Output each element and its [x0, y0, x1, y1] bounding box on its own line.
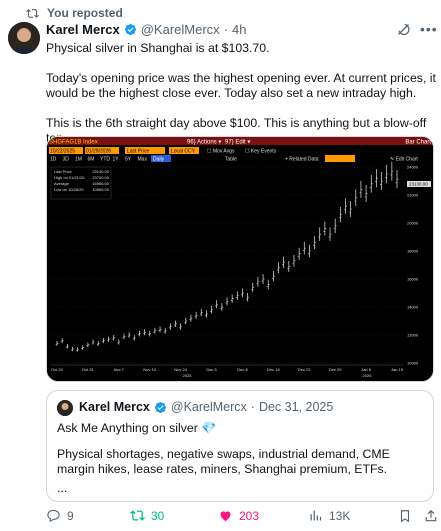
- start-date: 10/22/2025: [50, 149, 75, 155]
- x-tick-label: Dec 5: [206, 367, 217, 372]
- table-button: Table: [225, 157, 237, 163]
- more-options-icon[interactable]: •••: [420, 21, 438, 37]
- repost-icon: [130, 510, 145, 521]
- author-handle[interactable]: @KarelMercx: [141, 22, 220, 37]
- reply-count: 9: [67, 508, 74, 523]
- legend-value: 23130.00: [92, 169, 109, 174]
- last-price-tag: 23130.00: [409, 182, 428, 187]
- quoted-date: Dec 31, 2025: [258, 400, 334, 414]
- reply-button[interactable]: 9: [46, 508, 74, 523]
- tweet-paragraph: Physical silver in Shanghai is at $103.7…: [46, 41, 270, 55]
- edit-chart-button: ✎ Edit Chart: [390, 157, 418, 163]
- quoted-header: Karel Mercx @KarelMercx · Dec 31, 2025: [79, 400, 333, 414]
- period-button: 1D: [50, 157, 57, 163]
- related-data-button: + Related Data: [285, 157, 319, 163]
- quoted-author-name: Karel Mercx: [79, 400, 150, 414]
- y-tick-label: 20000: [407, 221, 419, 226]
- chart-actions-menu: 96) Actions ▾: [187, 140, 221, 146]
- verified-badge-icon: [154, 401, 166, 413]
- action-bar: 9 30 203 13K: [46, 508, 438, 528]
- chart-edit-menu: 97) Edit ▾: [225, 140, 250, 146]
- y-tick-label: 22000: [407, 193, 419, 198]
- y-tick-label: 18000: [407, 249, 419, 254]
- period-button: Max: [138, 157, 148, 163]
- y-tick-label: 14000: [407, 305, 419, 310]
- quoted-handle: @KarelMercx: [170, 400, 247, 414]
- like-button[interactable]: 203: [218, 508, 259, 523]
- repost-count: 30: [151, 508, 165, 523]
- repost-button[interactable]: 30: [130, 508, 164, 523]
- quoted-title: Ask Me Anything on silver 💎: [57, 421, 217, 435]
- bookmark-icon[interactable]: [398, 509, 412, 523]
- separator: ·: [250, 400, 255, 414]
- x-tick-label: Dec 15: [267, 367, 280, 372]
- field-last-price: Last Price: [127, 149, 149, 155]
- period-button: 1Y: [113, 157, 120, 163]
- y-tick-label: 24000: [407, 165, 419, 170]
- y-tick-label: 12000: [407, 333, 419, 338]
- separator: ·: [223, 22, 228, 37]
- x-tick-label: Dec 8: [237, 367, 248, 372]
- legend-label: Last Price: [54, 169, 73, 174]
- legend-value: 23700.00: [92, 175, 109, 180]
- quoted-text: Ask Me Anything on silver 💎 Physical sho…: [57, 421, 427, 507]
- tweet-paragraph: Today's opening price was the highest op…: [46, 71, 436, 100]
- legend-label: High on 01/21/26: [54, 175, 85, 180]
- legend-label: Average: [54, 181, 70, 186]
- repost-icon: [26, 8, 39, 18]
- heart-icon: [220, 511, 231, 522]
- period-button: YTD: [100, 157, 110, 163]
- period-button: 1M: [75, 157, 82, 163]
- quoted-ellipsis: ...: [57, 481, 68, 495]
- period-button: 6M: [88, 157, 95, 163]
- views-count: 13K: [329, 508, 351, 523]
- avatar[interactable]: [8, 22, 40, 54]
- x-tick-label: Nov 14: [143, 367, 156, 372]
- share-icon[interactable]: [424, 509, 438, 523]
- x-tick-label: Jan 15: [391, 367, 404, 372]
- grok-icon[interactable]: [396, 22, 411, 37]
- field-local-ccy: Local CCY: [171, 149, 196, 155]
- reply-icon: [47, 509, 60, 523]
- timestamp[interactable]: 4h: [232, 22, 246, 37]
- quoted-tweet[interactable]: Karel Mercx @KarelMercx · Dec 31, 2025 A…: [46, 390, 434, 502]
- verified-badge-icon: [124, 23, 136, 36]
- tweet-header: Karel Mercx @KarelMercx · 4h: [46, 22, 246, 37]
- chart-type-label: Bar Chart: [405, 140, 431, 146]
- x-tick-label: Dec 29: [329, 367, 342, 372]
- x-tick-label: Oct 20: [51, 367, 64, 372]
- legend-value: 10965.00: [92, 187, 109, 192]
- author-name[interactable]: Karel Mercx: [46, 22, 120, 37]
- quoted-body: Physical shortages, negative swaps, indu…: [57, 447, 390, 476]
- x-tick-label: Oct 31: [82, 367, 95, 372]
- key-events-toggle: ☐ Key Events: [245, 149, 277, 155]
- chart-image[interactable]: SHGFAG1B Index 96) Actions ▾ 97) Edit ▾ …: [46, 136, 434, 382]
- chart-ticker: SHGFAG1B Index: [49, 140, 98, 146]
- x-tick-label: Jan 6: [361, 367, 372, 372]
- x-tick-label: Nov 24: [174, 367, 187, 372]
- bloomberg-chart: SHGFAG1B Index 96) Actions ▾ 97) Edit ▾ …: [47, 137, 433, 381]
- frequency-selector: Daily: [153, 157, 165, 163]
- quoted-avatar[interactable]: [57, 400, 73, 416]
- repost-indicator: You reposted: [26, 6, 123, 20]
- period-button: 5Y: [125, 157, 132, 163]
- y-tick-label: 10000: [407, 361, 419, 366]
- mov-avgs-toggle: ☐ Mov Avgs: [207, 149, 235, 155]
- period-button: 3D: [63, 157, 70, 163]
- x-year-label: 2026: [363, 373, 373, 378]
- like-count: 203: [239, 508, 260, 523]
- y-tick-label: 16000: [407, 277, 419, 282]
- legend-value: 16966.60: [92, 181, 109, 186]
- end-date: 01/29/2026: [86, 149, 111, 155]
- repost-label: You reposted: [47, 6, 123, 20]
- views-icon: [310, 510, 322, 521]
- views-button[interactable]: 13K: [308, 508, 350, 523]
- x-tick-label: Dec 22: [298, 367, 311, 372]
- x-year-label: 2025: [183, 373, 193, 378]
- legend-label: Low on 10/28/25: [54, 187, 84, 192]
- x-tick-label: Nov 7: [114, 367, 125, 372]
